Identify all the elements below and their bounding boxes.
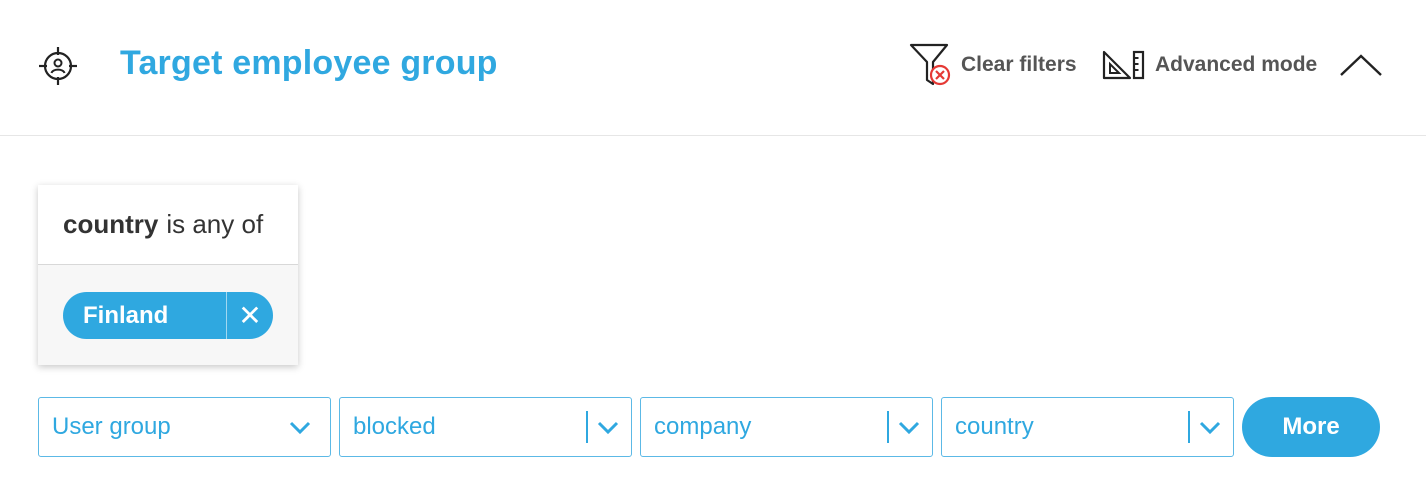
chevron-down-icon <box>898 421 920 435</box>
select-divider <box>1188 411 1190 443</box>
select-divider <box>586 411 588 443</box>
clear-filters-label: Clear filters <box>961 53 1077 76</box>
page-title: Target employee group <box>120 44 498 82</box>
company-select[interactable]: company <box>640 397 933 457</box>
filter-values: Finland ✕ <box>38 265 298 365</box>
select-divider <box>887 411 889 443</box>
blocked-select[interactable]: blocked <box>339 397 632 457</box>
user-group-select[interactable]: User group <box>38 397 331 457</box>
chip-label: Finland <box>83 301 169 329</box>
filter-card: country is any of Finland ✕ <box>38 185 298 365</box>
select-value: User group <box>52 413 171 440</box>
country-select[interactable]: country <box>941 397 1234 457</box>
filter-clear-icon <box>909 43 951 86</box>
clear-filters-button[interactable]: Clear filters <box>908 42 1077 88</box>
more-button[interactable]: More <box>1242 397 1380 457</box>
select-value: blocked <box>353 413 436 440</box>
page-header: Target employee group Clear filters Adva… <box>0 0 1426 136</box>
filter-chip: Finland ✕ <box>63 292 273 339</box>
filter-condition[interactable]: country is any of <box>38 185 298 265</box>
chevron-down-icon <box>597 421 619 435</box>
advanced-mode-label: Advanced mode <box>1155 53 1318 76</box>
filter-operator: is any of <box>166 209 264 239</box>
chevron-down-icon <box>289 421 311 435</box>
target-user-icon <box>39 47 77 85</box>
close-icon[interactable]: ✕ <box>227 292 273 339</box>
select-value: company <box>654 413 752 440</box>
chevron-up-icon[interactable] <box>1338 48 1384 82</box>
select-value: country <box>955 413 1034 440</box>
set-square-ruler-icon <box>1102 50 1145 80</box>
advanced-mode-button[interactable]: Advanced mode <box>1102 42 1317 88</box>
chevron-down-icon <box>1199 421 1221 435</box>
filter-key: country <box>63 209 159 239</box>
